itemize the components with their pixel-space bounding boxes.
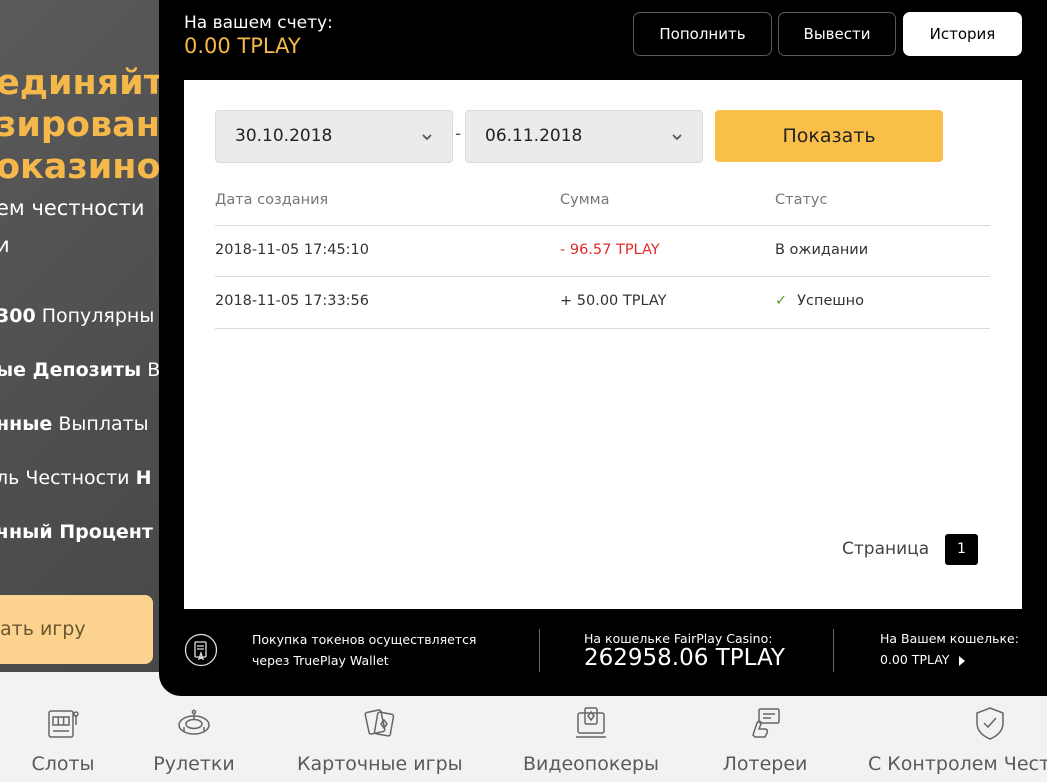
footer-divider [833,629,834,672]
category-label: С Контролем Чест [868,753,1047,775]
lottery-icon [752,708,780,738]
balance-label: На вашем счету: [184,13,333,33]
hero-title-line: оказино! [0,147,177,187]
my-wallet-value: 0.00 TPLAY [880,652,950,667]
column-header-status: Статус [775,192,828,208]
feature-item: нные Выплаты [0,413,149,435]
category-label: Рулетки [153,753,235,775]
hero-title-line: единяйт [0,63,164,103]
row-date: 2018-11-05 17:45:10 [215,242,369,258]
roulette-icon [178,709,210,735]
category-label: Лотереи [722,753,808,775]
my-wallet-label: На Вашем кошельке: [880,631,1019,646]
feature-text: Выплаты [52,413,149,435]
caret-right-icon [959,655,966,666]
page-1-button[interactable]: 1 [945,534,978,565]
category-label: Слоты [31,753,95,775]
tab-withdraw[interactable]: Вывести [778,12,896,56]
cards-icon [364,709,394,737]
date-from-select[interactable]: 30.10.2018 [215,110,453,163]
feature-bold: ые Депозиты [0,359,142,381]
category-slots[interactable]: Слоты [27,705,99,775]
category-card-games[interactable]: Карточные игры [297,705,463,775]
feature-item: 300 Популярны [0,305,154,327]
purchase-info-line: Покупка токенов осуществляется [252,632,477,647]
row-date: 2018-11-05 17:33:56 [215,293,369,309]
purchase-info: Покупка токенов осуществляется через Tru… [252,629,502,671]
wallet-token-icon [184,633,218,667]
row-status-wrap: ✓ Успешно [775,293,864,309]
hero-subtitle-line: и [0,233,10,257]
purchase-info-line: через TruePlay Wallet [252,653,389,668]
feature-bold: 300 [0,305,36,327]
table-divider [215,276,990,277]
play-game-button[interactable]: ать игру [0,595,153,664]
footer-divider [539,629,540,672]
category-label: Карточные игры [297,753,463,775]
category-roulette[interactable]: Рулетки [152,705,236,775]
date-to-value: 06.11.2018 [485,126,583,146]
shield-check-icon [976,707,1004,740]
category-lotteries[interactable]: Лотереи [720,705,810,775]
check-icon: ✓ [775,293,788,309]
feature-bold: Н [135,467,152,489]
tab-history[interactable]: История [903,12,1022,56]
column-header-amount: Сумма [560,192,610,208]
feature-item: ые Депозиты В [0,359,160,381]
feature-text: В [141,359,161,381]
hero-subtitle-line: ем честности [0,196,145,220]
row-amount: - 96.57 TPLAY [560,242,660,258]
row-status: В ожидании [775,242,869,258]
feature-item: чный Процент [0,521,153,543]
column-header-date: Дата создания [215,192,329,208]
tab-deposit[interactable]: Пополнить [633,12,772,56]
hero-title-line: зирован [0,105,160,145]
wallet-modal: На вашем счету: 0.00 TPLAY Пополнить Выв… [159,0,1047,696]
chevron-down-icon [422,134,432,141]
category-video-poker[interactable]: Видеопокеры [521,705,661,775]
show-button[interactable]: Показать [715,110,943,162]
feature-text: ль Честности [0,467,136,489]
date-to-select[interactable]: 06.11.2018 [465,110,703,163]
feature-item: ль Честности Н [0,467,151,489]
balance-value: 0.00 TPLAY [184,34,301,58]
casino-wallet-value: 262958.06 TPLAY [584,645,785,671]
video-poker-icon [576,707,606,738]
table-divider [215,225,990,226]
feature-text: Популярны [35,305,155,327]
category-label: Видеопокеры [522,753,660,775]
row-status: Успешно [797,293,864,309]
row-amount: + 50.00 TPLAY [560,293,667,309]
slot-machine-icon [48,710,79,738]
casino-wallet-label: На кошельке FairPlay Casino: [584,631,773,646]
hero-title: единяйт зирован оказино! [0,62,176,188]
my-wallet-value-link[interactable]: 0.00 TPLAY [880,652,966,667]
pager-label: Страница [842,539,930,559]
date-separator: - [455,124,462,144]
hero-subtitle: ем честности и [0,190,145,264]
history-panel: 30.10.2018 - 06.11.2018 Показать Дата со… [184,80,1022,609]
date-from-value: 30.10.2018 [235,126,333,146]
category-provably-fair[interactable]: С Контролем Чест [868,705,1047,775]
table-divider [215,328,990,329]
feature-bold: нные [0,413,53,435]
chevron-down-icon [672,134,682,141]
feature-bold: чный Процент [0,521,153,543]
